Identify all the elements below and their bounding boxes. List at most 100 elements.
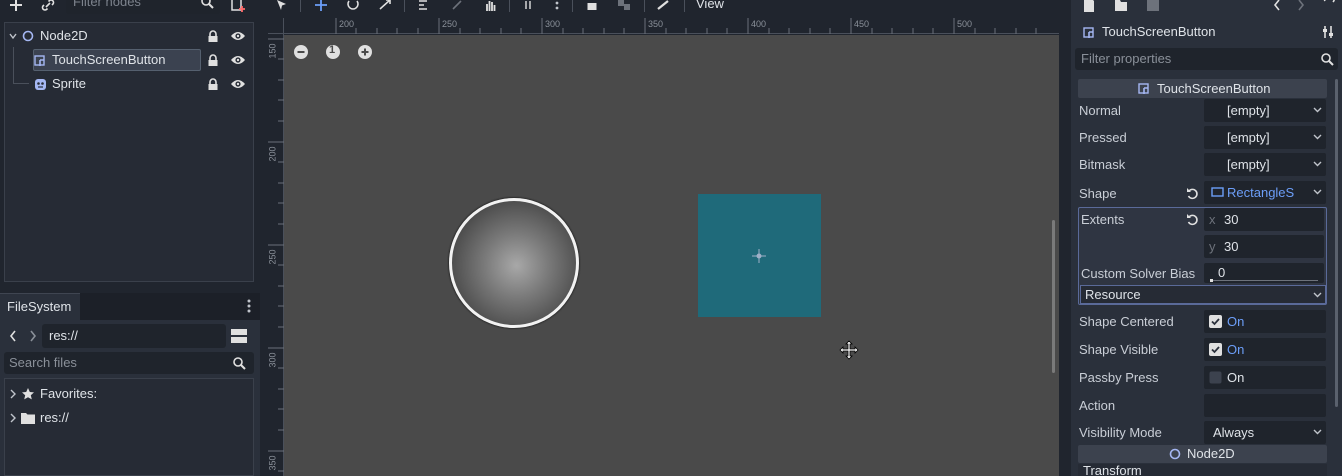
extents-x-field[interactable]: x 30	[1204, 208, 1324, 231]
star-icon	[21, 387, 35, 401]
zoom-out-icon[interactable]	[292, 43, 310, 61]
move-cursor-icon	[839, 340, 859, 360]
scene-options-icon[interactable]	[228, 0, 248, 14]
bitmask-resource-picker[interactable]: [empty]	[1204, 153, 1326, 176]
shape-resource-picker[interactable]: RectangleS	[1204, 181, 1326, 204]
history-forward-icon[interactable]	[1294, 0, 1308, 14]
collapse-arrow-icon[interactable]	[7, 29, 19, 43]
canvas-2d[interactable]: 1	[284, 35, 1059, 476]
pan-hand-icon[interactable]	[480, 0, 500, 13]
chevron-down-icon	[1312, 290, 1322, 300]
vertical-scrollbar[interactable]	[1052, 220, 1055, 373]
link-icon[interactable]	[38, 0, 58, 14]
open-resource-icon[interactable]	[1112, 0, 1130, 14]
file-item-res[interactable]: res://	[5, 407, 253, 429]
expand-arrow-icon[interactable]	[8, 388, 18, 400]
search-files-input[interactable]: Search files	[4, 352, 254, 374]
revert-icon[interactable]	[1184, 211, 1200, 227]
tree-label-sprite: Sprite	[52, 76, 86, 91]
split-view-icon[interactable]	[229, 326, 249, 346]
zoom-in-icon[interactable]	[356, 43, 374, 61]
section-title-touchscreenbutton: TouchScreenButton	[1157, 81, 1271, 96]
snap-options-icon[interactable]	[552, 0, 562, 13]
shape-visible-value: On	[1227, 342, 1245, 357]
properties-settings-icon[interactable]	[1320, 24, 1338, 40]
add-node-icon[interactable]	[6, 0, 26, 14]
ruler-v-tick: 150	[267, 43, 278, 59]
visibility-eye-icon[interactable]	[229, 29, 247, 43]
lock-icon[interactable]	[205, 29, 221, 43]
shape-centered-value: On	[1227, 314, 1245, 329]
visibility-mode-value: Always	[1213, 425, 1255, 440]
lock-selected-icon[interactable]	[582, 0, 602, 13]
passby-press-checkbox[interactable]: On	[1204, 366, 1326, 389]
prop-label-shape-centered: Shape Centered	[1079, 314, 1174, 329]
kebab-menu-icon[interactable]	[244, 297, 254, 315]
select-tool-icon[interactable]	[272, 0, 292, 13]
shape-visible-checkbox[interactable]: On	[1204, 338, 1326, 361]
bone-tool-icon[interactable]	[653, 0, 673, 13]
inspector-title: TouchScreenButton	[1102, 24, 1216, 39]
pressed-resource-picker[interactable]: [empty]	[1204, 126, 1326, 149]
lock-icon[interactable]	[205, 77, 221, 91]
revert-icon[interactable]	[1184, 185, 1200, 201]
dock-divider[interactable]	[1059, 0, 1071, 476]
scale-tool-icon[interactable]	[375, 0, 395, 13]
ruler-h-tick: 400	[751, 19, 767, 29]
list-select-icon[interactable]	[415, 0, 435, 13]
toolbar-separator	[300, 0, 301, 12]
visibility-eye-icon[interactable]	[229, 53, 247, 67]
tree-row-node2d[interactable]: Node2D	[5, 25, 253, 47]
forward-arrow-icon[interactable]	[26, 328, 40, 344]
ruler-h-tick: 300	[545, 19, 561, 29]
tab-filesystem[interactable]: FileSystem	[0, 293, 80, 320]
prop-label-passby-press: Passby Press	[1079, 370, 1159, 385]
tree-row-touchscreenbutton[interactable]: TouchScreenButton	[5, 47, 253, 83]
lock-icon[interactable]	[205, 53, 221, 67]
chevron-down-icon	[1312, 132, 1322, 142]
snap-icon[interactable]	[521, 0, 541, 13]
view-menu[interactable]: View	[696, 0, 724, 11]
visibility-mode-select[interactable]: Always	[1204, 421, 1326, 444]
path-field[interactable]: res://	[42, 324, 226, 348]
resource-subsection[interactable]: Resource	[1080, 285, 1326, 304]
filter-properties-input[interactable]: Filter properties	[1075, 48, 1338, 70]
object-history-icon[interactable]	[1320, 0, 1338, 14]
rotate-tool-icon[interactable]	[343, 0, 363, 13]
zoom-reset-icon[interactable]: 1	[324, 43, 342, 61]
group-selected-icon[interactable]	[614, 0, 634, 13]
prop-label-custom-solver-bias: Custom Solver Bias	[1081, 266, 1196, 281]
toolbar-separator	[684, 0, 685, 12]
prop-label-shape-visible: Shape Visible	[1079, 342, 1159, 357]
pivot-tool-icon[interactable]	[448, 0, 468, 13]
ruler-h-tick: 250	[442, 19, 458, 29]
extents-x-value: 30	[1224, 212, 1239, 227]
prop-label-action: Action	[1079, 398, 1116, 413]
tree-row-sprite[interactable]: Sprite	[5, 73, 253, 95]
prop-label-bitmask: Bitmask	[1079, 157, 1126, 172]
expand-arrow-icon[interactable]	[8, 412, 18, 424]
shape-centered-checkbox[interactable]: On	[1204, 310, 1326, 333]
action-field[interactable]	[1204, 394, 1326, 417]
save-resource-icon[interactable]	[1144, 0, 1162, 14]
move-tool-icon[interactable]	[311, 0, 331, 13]
solver-bias-slider[interactable]: 0	[1204, 263, 1324, 283]
visibility-eye-icon[interactable]	[229, 77, 247, 91]
node2d-icon	[21, 29, 35, 43]
subsection-transform[interactable]: Transform	[1078, 464, 1327, 476]
file-label-res: res://	[40, 410, 69, 425]
file-item-favorites[interactable]: Favorites:	[5, 383, 253, 405]
prop-label-normal: Normal	[1079, 103, 1121, 118]
normal-resource-picker[interactable]: [empty]	[1204, 99, 1326, 122]
inspector-scrollbar[interactable]	[1335, 79, 1338, 407]
path-value: res://	[49, 328, 78, 343]
sprite-texture[interactable]	[449, 198, 579, 328]
extents-y-field[interactable]: y 30	[1204, 235, 1324, 258]
scene-filter-input[interactable]: Filter nodes	[66, 0, 220, 14]
back-arrow-icon[interactable]	[6, 328, 20, 344]
chevron-down-icon	[1312, 159, 1322, 169]
checkbox-checked-icon	[1208, 314, 1222, 328]
history-back-icon[interactable]	[1270, 0, 1284, 14]
slider-grabber[interactable]	[1210, 279, 1213, 282]
new-resource-icon[interactable]	[1080, 0, 1098, 14]
